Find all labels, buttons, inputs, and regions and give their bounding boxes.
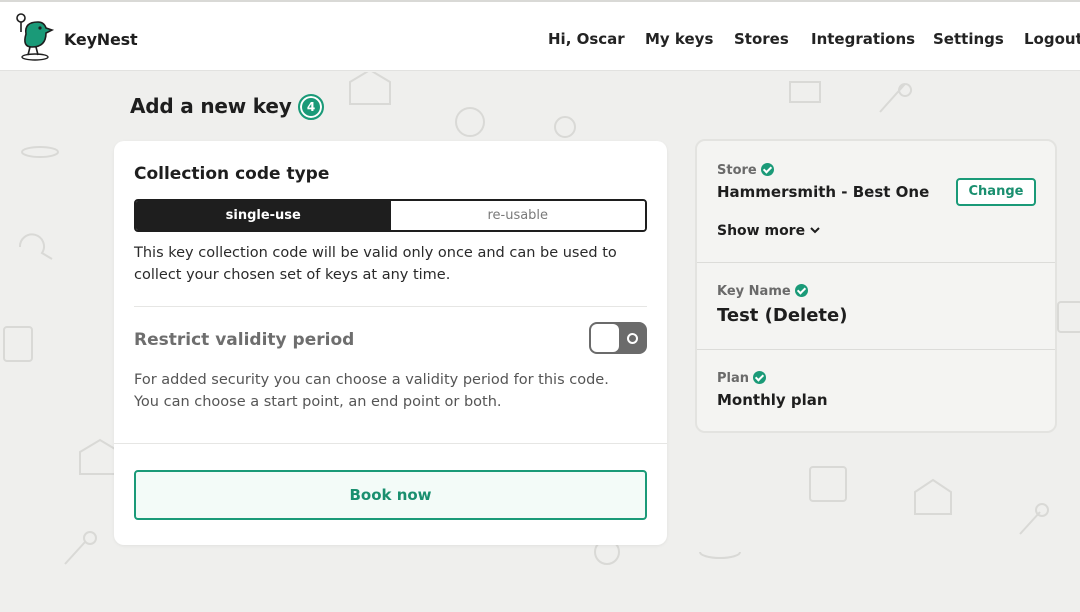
- plan-label: Plan: [717, 371, 767, 386]
- nav-integrations[interactable]: Integrations: [811, 30, 915, 48]
- top-navigation-bar: KeyNest Hi, Oscar My keys Stores Integra…: [0, 0, 1080, 71]
- check-icon: [794, 284, 808, 297]
- greeting[interactable]: Hi, Oscar: [548, 30, 625, 48]
- option-re-usable[interactable]: re-usable: [390, 201, 645, 230]
- nav-settings[interactable]: Settings: [933, 30, 1004, 48]
- restrict-validity-description-line2: You can choose a start point, an end poi…: [134, 394, 502, 410]
- nav-my-keys[interactable]: My keys: [645, 30, 713, 48]
- key-name-label-text: Key Name: [717, 284, 791, 299]
- show-more-label: Show more: [717, 223, 806, 239]
- toggle-knob: [591, 324, 619, 352]
- restrict-validity-description-line1: For added security you can choose a vali…: [134, 372, 609, 388]
- store-label: Store: [717, 163, 774, 178]
- nav-stores[interactable]: Stores: [734, 30, 789, 48]
- check-icon: [753, 371, 767, 384]
- collection-code-heading: Collection code type: [134, 164, 330, 184]
- key-name-label: Key Name: [717, 284, 808, 299]
- store-value: Hammersmith - Best One: [717, 183, 930, 201]
- store-label-text: Store: [717, 163, 757, 178]
- brand-name: KeyNest: [64, 30, 138, 49]
- key-summary-card: Store Hammersmith - Best One Change Show…: [695, 139, 1057, 433]
- page-title: Add a new key: [130, 94, 292, 118]
- restrict-validity-toggle[interactable]: [589, 322, 647, 354]
- restrict-validity-heading: Restrict validity period: [134, 330, 355, 350]
- footer-divider: [114, 443, 667, 444]
- collection-code-type-selector: single-use re-usable: [134, 199, 647, 232]
- summary-divider: [697, 262, 1055, 263]
- plan-label-text: Plan: [717, 371, 750, 386]
- key-name-value: Test (Delete): [717, 305, 848, 326]
- check-icon: [760, 163, 774, 176]
- nav-logout[interactable]: Logout: [1024, 30, 1080, 48]
- section-divider: [134, 306, 647, 307]
- book-now-button[interactable]: Book now: [134, 470, 647, 520]
- summary-divider: [697, 349, 1055, 350]
- key-options-card: Collection code type single-use re-usabl…: [114, 141, 667, 545]
- step-badge: 4: [298, 94, 324, 120]
- show-more-link[interactable]: Show more: [717, 223, 820, 239]
- toggle-off-icon: [627, 333, 638, 344]
- option-single-use[interactable]: single-use: [136, 201, 391, 230]
- keynest-logo-icon[interactable]: [14, 10, 58, 62]
- chevron-down-icon: [810, 227, 820, 234]
- plan-value: Monthly plan: [717, 391, 828, 409]
- collection-code-description: This key collection code will be valid o…: [134, 245, 617, 283]
- change-store-button[interactable]: Change: [956, 178, 1036, 206]
